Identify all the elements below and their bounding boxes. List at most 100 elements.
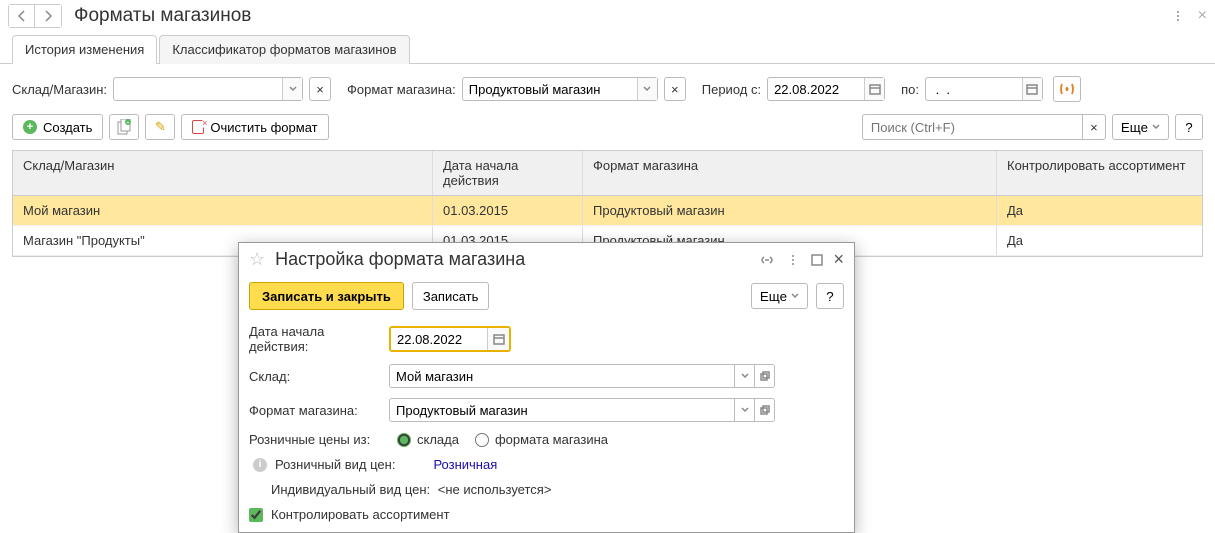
star-icon[interactable]: ☆	[249, 249, 265, 270]
dialog-help-button[interactable]: ?	[816, 283, 844, 309]
format-filter-combo[interactable]	[462, 77, 658, 101]
nav-arrows	[8, 4, 62, 28]
prices-from-label: Розничные цены из:	[249, 432, 381, 447]
search-clear[interactable]: ×	[1082, 114, 1106, 140]
store-filter-label: Склад/Магазин:	[12, 82, 107, 97]
svg-text:+: +	[127, 121, 130, 127]
edit-button[interactable]: ✎	[145, 114, 175, 140]
period-from-label: Период с:	[702, 82, 761, 97]
period-preset-button[interactable]	[1053, 76, 1081, 102]
control-assortment-label: Контролировать ассортимент	[271, 507, 450, 522]
period-from-input[interactable]	[768, 78, 864, 100]
save-button[interactable]: Записать	[412, 282, 490, 310]
dropdown-icon[interactable]	[735, 398, 755, 422]
close-icon[interactable]: ×	[1198, 7, 1207, 25]
search-input[interactable]	[862, 114, 1082, 140]
arrow-left-icon	[16, 10, 28, 22]
tab-classifier[interactable]: Классификатор форматов магазинов	[159, 35, 409, 64]
radio-store[interactable]: склада	[397, 432, 459, 447]
control-assortment-input[interactable]	[249, 508, 263, 522]
cell-control: Да	[997, 196, 1202, 225]
help-button[interactable]: ?	[1175, 114, 1203, 140]
table-row[interactable]: Мой магазин 01.03.2015 Продуктовый магаз…	[13, 196, 1202, 226]
format-label: Формат магазина:	[249, 403, 381, 418]
control-assortment-checkbox[interactable]: Контролировать ассортимент	[249, 507, 844, 522]
plus-icon: +	[23, 120, 37, 134]
radio-format-label: формата магазина	[495, 432, 608, 447]
cell-format: Продуктовый магазин	[583, 196, 997, 225]
retail-price-type-label: Розничный вид цен:	[275, 457, 395, 472]
more-button[interactable]: Еще	[1112, 114, 1169, 140]
date-field[interactable]	[389, 326, 511, 352]
cell-control: Да	[997, 226, 1202, 255]
open-ref-icon[interactable]	[755, 398, 775, 422]
create-label: Создать	[43, 120, 92, 135]
broadcast-icon	[1059, 82, 1075, 96]
link-icon[interactable]	[759, 253, 775, 267]
col-format[interactable]: Формат магазина	[583, 151, 997, 195]
period-to-input[interactable]	[926, 78, 1022, 100]
period-from-field[interactable]	[767, 77, 885, 101]
period-to-field[interactable]	[925, 77, 1043, 101]
cell-store: Мой магазин	[13, 196, 433, 225]
search-box: ×	[862, 114, 1106, 140]
store-field[interactable]	[389, 364, 775, 388]
col-control[interactable]: Контролировать ассортимент	[997, 151, 1202, 195]
radio-store-label: склада	[417, 432, 459, 447]
calendar-icon[interactable]	[487, 328, 509, 350]
clear-icon	[192, 120, 204, 134]
maximize-icon[interactable]	[811, 254, 823, 266]
more-label: Еще	[1121, 120, 1148, 135]
tab-history[interactable]: История изменения	[12, 35, 157, 64]
col-date[interactable]: Дата начала действия	[433, 151, 583, 195]
kebab-icon[interactable]	[785, 252, 801, 268]
retail-price-type-value[interactable]: Розничная	[433, 457, 497, 472]
page-title: Форматы магазинов	[74, 5, 251, 27]
chevron-down-icon	[1152, 124, 1160, 130]
back-button[interactable]	[9, 5, 35, 27]
open-ref-icon[interactable]	[755, 364, 775, 388]
dropdown-icon[interactable]	[637, 78, 657, 100]
period-to-label: по:	[901, 82, 919, 97]
store-label: Склад:	[249, 369, 381, 384]
format-field[interactable]	[389, 398, 775, 422]
format-filter-input[interactable]	[463, 78, 637, 100]
dropdown-icon[interactable]	[282, 78, 302, 100]
store-input[interactable]	[389, 364, 735, 388]
dialog-title: Настройка формата магазина	[275, 249, 749, 270]
calendar-icon[interactable]	[1022, 78, 1042, 100]
save-close-button[interactable]: Записать и закрыть	[249, 282, 404, 310]
dialog-more-button[interactable]: Еще	[751, 283, 808, 309]
table: Склад/Магазин Дата начала действия Форма…	[12, 150, 1203, 257]
store-filter-input[interactable]	[114, 78, 282, 100]
radio-format[interactable]: формата магазина	[475, 432, 608, 447]
more-label: Еще	[760, 289, 787, 304]
pencil-icon: ✎	[155, 119, 166, 135]
store-filter-clear[interactable]: ×	[309, 77, 331, 101]
format-filter-clear[interactable]: ×	[664, 77, 686, 101]
create-button[interactable]: + Создать	[12, 114, 103, 140]
copy-button[interactable]: +	[109, 114, 139, 140]
info-icon: i	[253, 458, 267, 472]
radio-store-input[interactable]	[397, 433, 411, 447]
dialog-store-format-settings: ☆ Настройка формата магазина × Записать …	[238, 242, 855, 533]
calendar-icon[interactable]	[864, 78, 884, 100]
copy-icon: +	[117, 119, 131, 135]
store-filter-combo[interactable]	[113, 77, 303, 101]
dropdown-icon[interactable]	[735, 364, 755, 388]
col-store[interactable]: Склад/Магазин	[13, 151, 433, 195]
clear-format-button[interactable]: Очистить формат	[181, 114, 328, 140]
forward-button[interactable]	[35, 5, 61, 27]
individual-price-type-value: <не используется>	[438, 482, 552, 497]
clear-format-label: Очистить формат	[210, 120, 317, 135]
format-input[interactable]	[389, 398, 735, 422]
close-icon[interactable]: ×	[833, 249, 844, 270]
kebab-icon[interactable]	[1170, 8, 1186, 24]
individual-price-type-label: Индивидуальный вид цен:	[271, 482, 430, 497]
chevron-down-icon	[791, 293, 799, 299]
radio-format-input[interactable]	[475, 433, 489, 447]
date-input[interactable]	[391, 328, 487, 350]
table-header: Склад/Магазин Дата начала действия Форма…	[13, 150, 1202, 196]
date-label: Дата начала действия:	[249, 324, 381, 354]
cell-date: 01.03.2015	[433, 196, 583, 225]
